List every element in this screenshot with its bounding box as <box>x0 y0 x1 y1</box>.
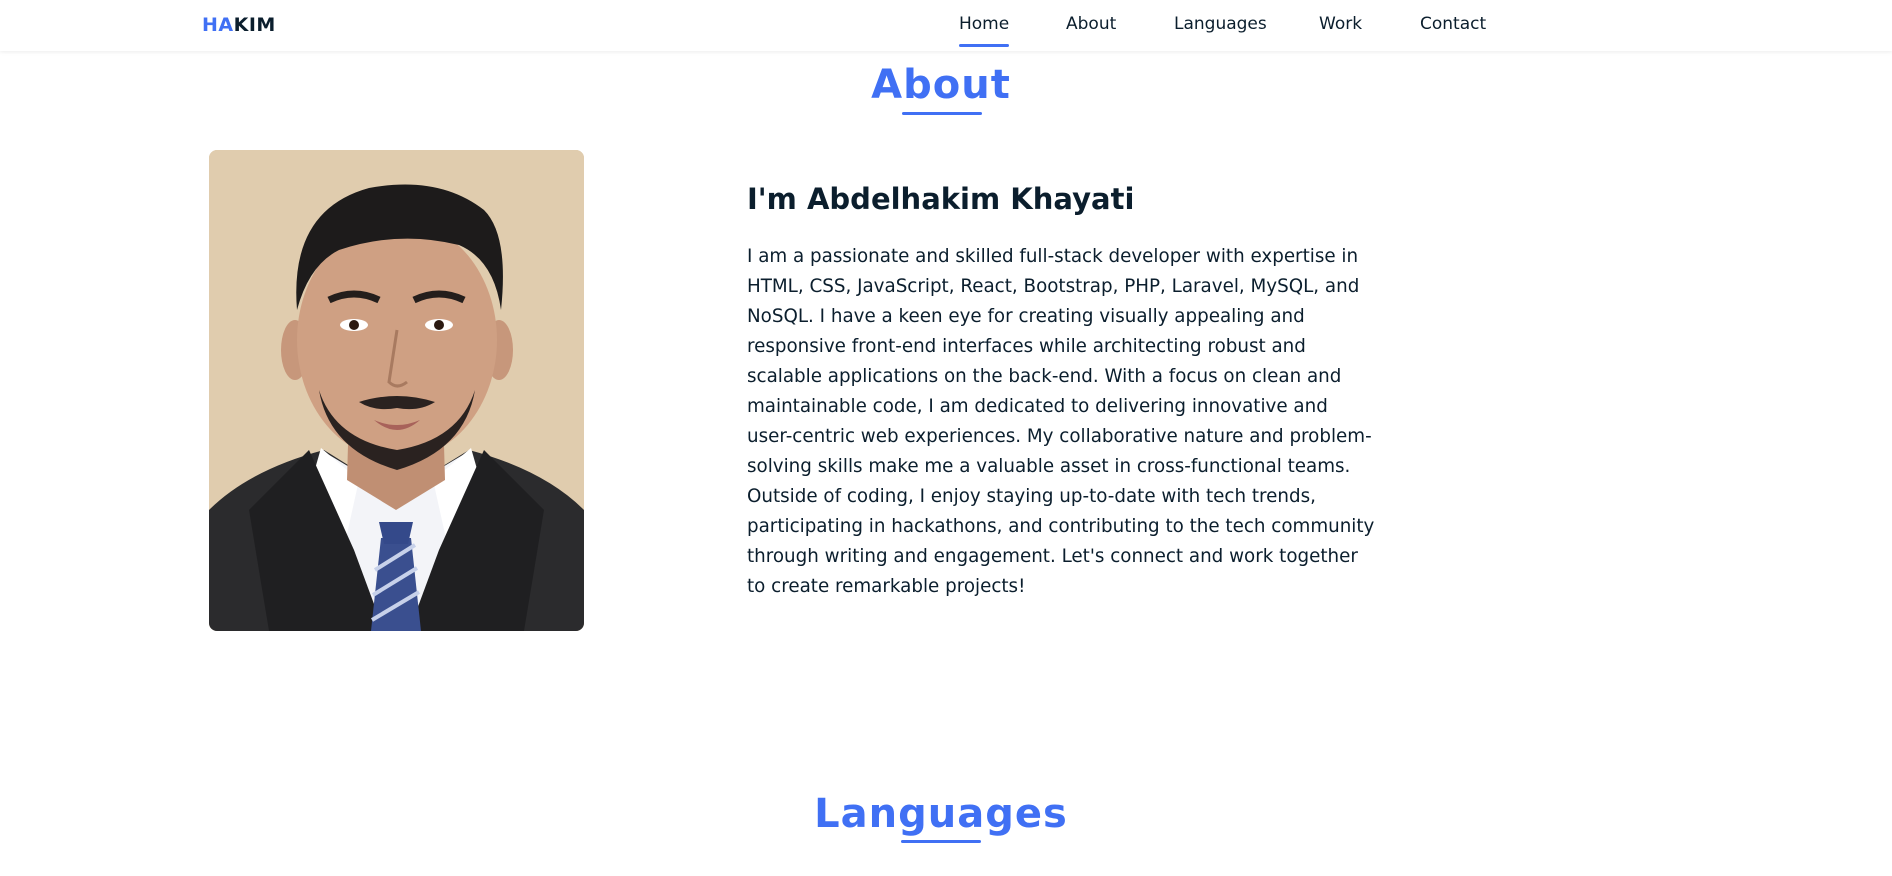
about-title: About <box>0 62 1882 108</box>
nav-link-languages[interactable]: Languages <box>1174 0 1267 51</box>
nav-link-about[interactable]: About <box>1066 0 1116 51</box>
languages-title-underline <box>901 840 981 843</box>
about-name-heading: I'm Abdelhakim Khayati <box>747 182 1135 216</box>
site-header: HAKIM Home About Languages Work Contact <box>0 0 1892 51</box>
logo[interactable]: HAKIM <box>202 14 276 36</box>
nav-link-work[interactable]: Work <box>1319 0 1362 51</box>
about-title-underline <box>902 112 982 115</box>
profile-photo-illustration <box>209 150 584 631</box>
languages-title: Languages <box>0 791 1882 837</box>
about-title-text: About <box>871 62 1011 108</box>
profile-photo <box>209 150 584 631</box>
nav-link-contact[interactable]: Contact <box>1420 0 1486 51</box>
about-bio-text: I am a passionate and skilled full-stack… <box>747 246 1375 597</box>
languages-title-text: Languages <box>814 791 1068 837</box>
logo-highlight: HA <box>202 14 234 36</box>
nav-link-home[interactable]: Home <box>959 0 1010 51</box>
logo-rest: KIM <box>233 14 276 36</box>
